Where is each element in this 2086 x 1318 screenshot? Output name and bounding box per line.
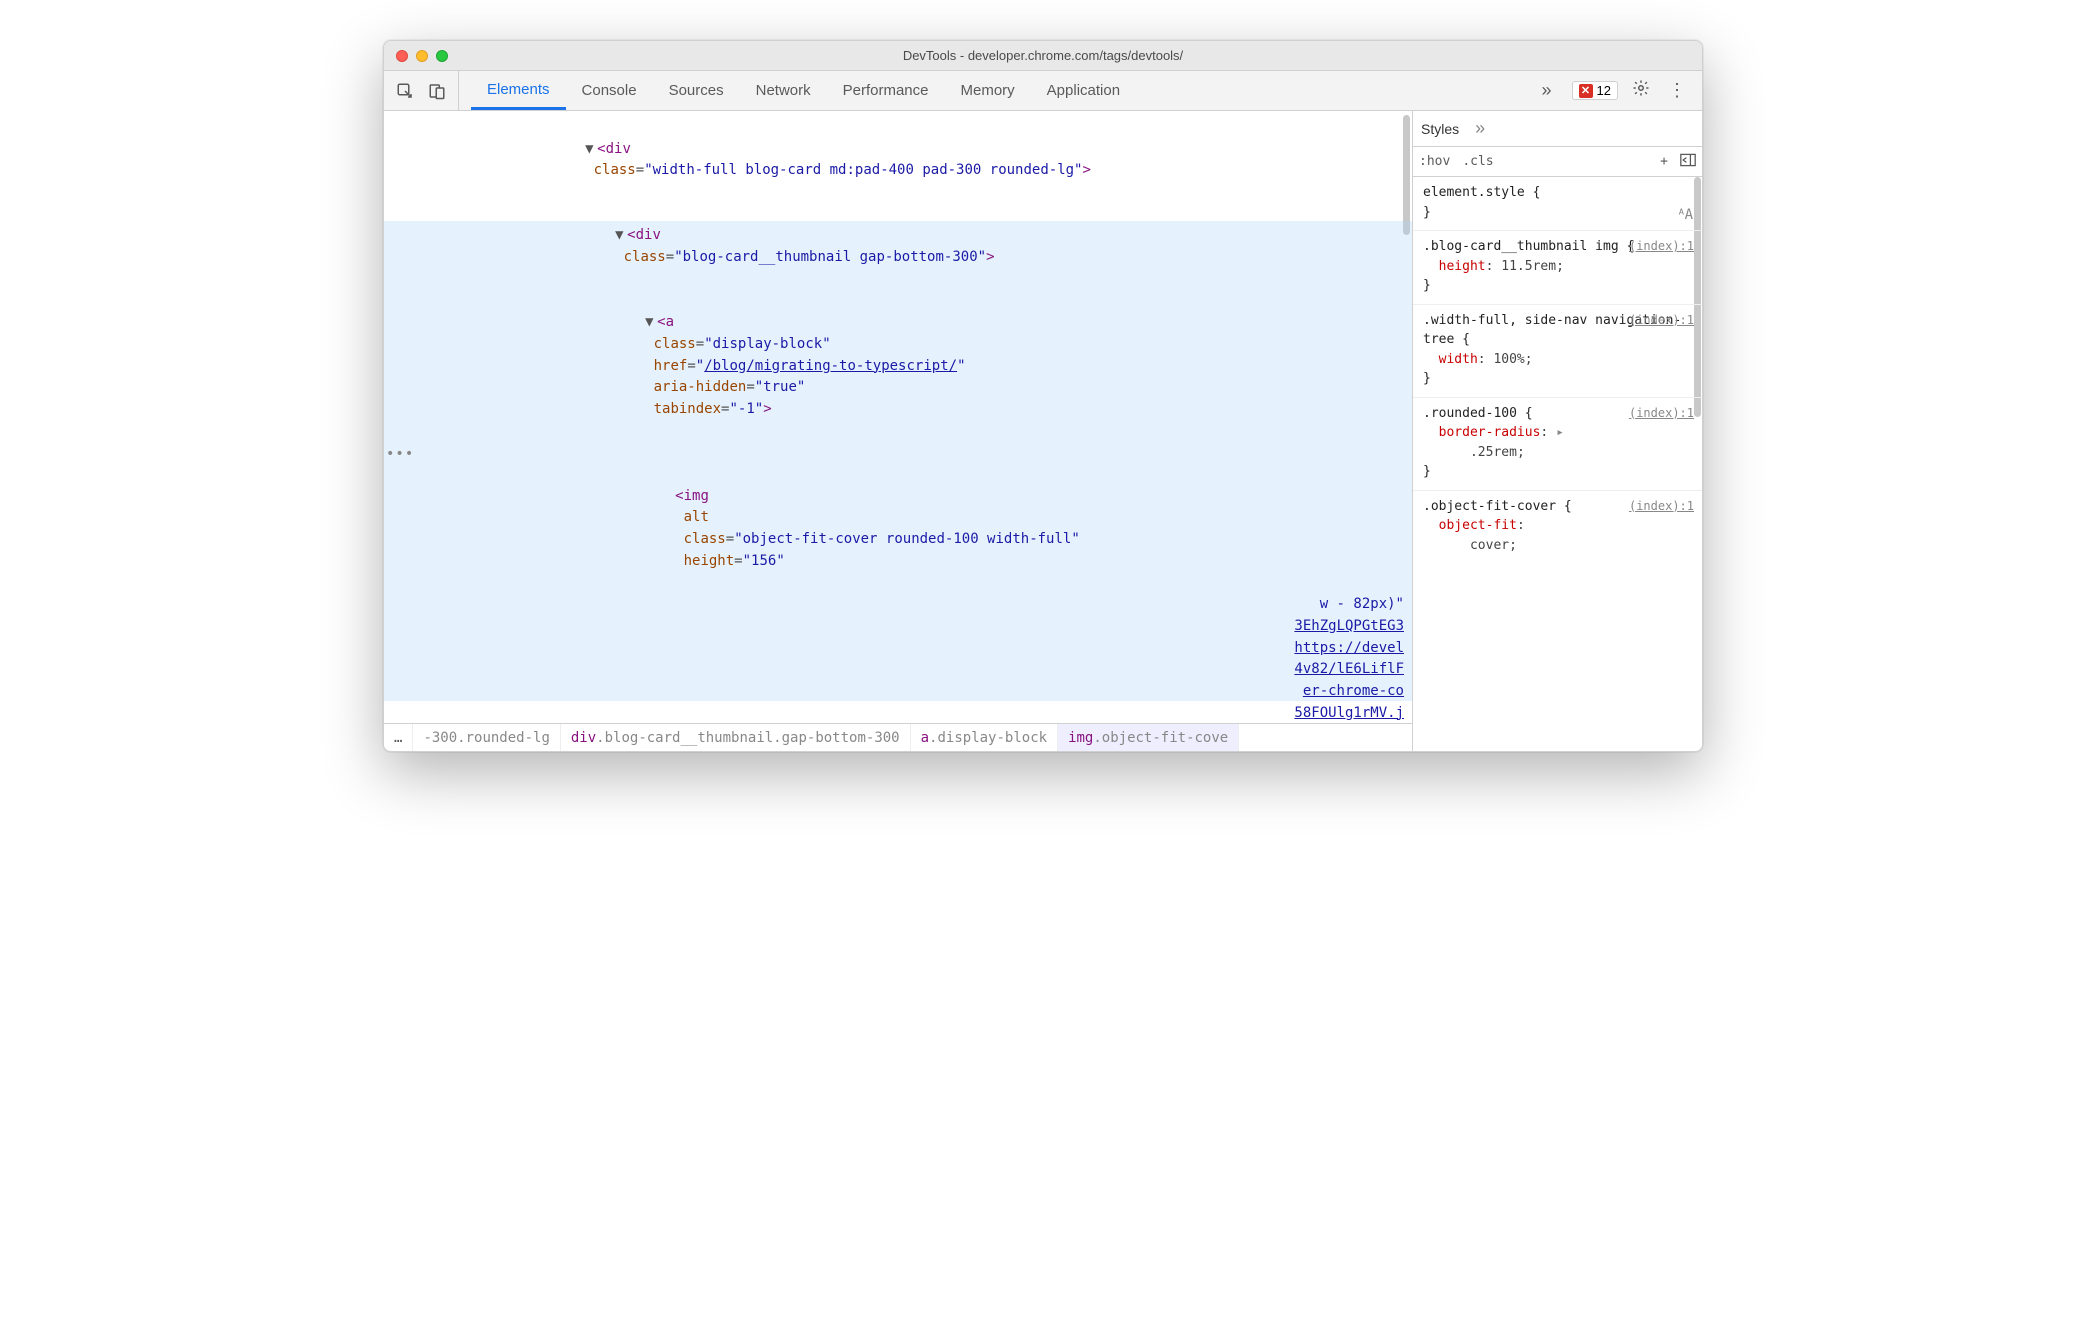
dom-tree-scroll[interactable]: ▼<div class="width-full blog-card md:pad…: [384, 111, 1412, 723]
dom-srcset-frag[interactable]: 4v82/lE6LiflF: [404, 659, 1412, 681]
styles-tab[interactable]: Styles: [1421, 121, 1459, 137]
panel-tabs-row: Elements Console Sources Network Perform…: [384, 71, 1702, 111]
titlebar: DevTools - developer.chrome.com/tags/dev…: [384, 41, 1702, 71]
dom-tree[interactable]: ▼<div class="width-full blog-card md:pad…: [384, 111, 1412, 723]
more-tabs-icon[interactable]: »: [1532, 80, 1562, 101]
styles-pane-toggle-icon[interactable]: [1680, 153, 1696, 171]
inspect-element-icon[interactable]: [394, 80, 416, 102]
error-count-badge[interactable]: ✕ 12: [1572, 81, 1618, 100]
rule-origin-link[interactable]: (index):1: [1629, 404, 1694, 422]
breadcrumb-item[interactable]: -300.rounded-lg: [413, 724, 560, 751]
main-split: ▼<div class="width-full blog-card md:pad…: [384, 111, 1702, 751]
tab-sources[interactable]: Sources: [653, 71, 740, 110]
tab-memory[interactable]: Memory: [945, 71, 1031, 110]
tab-network[interactable]: Network: [740, 71, 827, 110]
css-rule-rounded-100[interactable]: (index):1 .rounded-100 { border-radius: …: [1413, 398, 1702, 491]
rule-origin-link[interactable]: (index):1: [1629, 237, 1694, 255]
dom-node-div-thumbnail[interactable]: ▼<div class="blog-card__thumbnail gap-bo…: [404, 204, 1412, 291]
tab-performance[interactable]: Performance: [827, 71, 945, 110]
error-count: 12: [1597, 83, 1611, 98]
styles-toolbar: :hov .cls +: [1413, 147, 1702, 177]
styles-pane: Styles » :hov .cls + element.style { } ᴬ…: [1412, 111, 1702, 751]
error-icon: ✕: [1579, 84, 1593, 98]
css-rule-object-fit[interactable]: (index):1 .object-fit-cover { object-fit…: [1413, 491, 1702, 564]
styles-sidebar-tabs: Styles »: [1413, 111, 1702, 147]
font-resize-icon[interactable]: ᴬA: [1677, 205, 1692, 226]
device-toolbar-icon[interactable]: [426, 80, 448, 102]
dom-srcset-frag[interactable]: 58FOUlg1rMV.j: [404, 703, 1412, 723]
css-rules-list[interactable]: element.style { } ᴬA (index):1 .blog-car…: [1413, 177, 1702, 751]
settings-gear-icon[interactable]: [1628, 79, 1654, 102]
css-rule-width-full[interactable]: (index):1 .width-full, side-nav navigati…: [1413, 305, 1702, 398]
breadcrumb-item[interactable]: a.display-block: [911, 724, 1058, 751]
more-menu-icon[interactable]: ⋮: [1664, 80, 1690, 101]
hov-toggle[interactable]: :hov: [1419, 154, 1450, 169]
breadcrumb-overflow[interactable]: …: [384, 724, 413, 751]
rule-origin-link[interactable]: (index):1: [1629, 497, 1694, 515]
elements-pane: ▼<div class="width-full blog-card md:pad…: [384, 111, 1412, 751]
dom-node-div-blogcard[interactable]: ▼<div class="width-full blog-card md:pad…: [404, 117, 1412, 204]
breadcrumb-item[interactable]: div.blog-card__thumbnail.gap-bottom-300: [561, 724, 911, 751]
css-rule-thumbnail-img[interactable]: (index):1 .blog-card__thumbnail img { he…: [1413, 231, 1702, 305]
dom-srcset-frag[interactable]: w - 82px)": [404, 594, 1412, 616]
tabs-right-tools: » ✕ 12 ⋮: [1532, 79, 1702, 102]
window-title: DevTools - developer.chrome.com/tags/dev…: [384, 48, 1702, 63]
gutter-icon: •••: [386, 444, 414, 466]
rule-origin-link[interactable]: (index):1: [1629, 311, 1694, 329]
devtools-window: DevTools - developer.chrome.com/tags/dev…: [383, 40, 1703, 752]
dom-srcset-frag[interactable]: https://devel: [404, 638, 1412, 660]
dom-srcset-frag[interactable]: 3EhZgLQPGtEG3: [404, 616, 1412, 638]
tab-elements[interactable]: Elements: [471, 71, 566, 110]
css-rule-element-style[interactable]: element.style { } ᴬA: [1413, 177, 1702, 231]
more-styles-tabs-icon[interactable]: »: [1475, 118, 1485, 139]
breadcrumb-item-selected[interactable]: img.object-fit-cove: [1058, 724, 1239, 751]
dom-breadcrumb: … -300.rounded-lg div.blog-card__thumbna…: [384, 723, 1412, 751]
inspect-tools: [384, 71, 459, 110]
dom-node-a[interactable]: ▼<a class="display-block" href="/blog/mi…: [404, 291, 1412, 443]
dom-node-img-selected[interactable]: ••• <img alt class="object-fit-cover rou…: [404, 442, 1412, 594]
dom-srcset-frag[interactable]: er-chrome-co: [404, 681, 1412, 703]
panel-tabs: Elements Console Sources Network Perform…: [459, 71, 1532, 110]
cls-toggle[interactable]: .cls: [1462, 154, 1493, 169]
tab-application[interactable]: Application: [1031, 71, 1136, 110]
new-style-rule-button[interactable]: +: [1660, 154, 1668, 169]
tab-console[interactable]: Console: [566, 71, 653, 110]
